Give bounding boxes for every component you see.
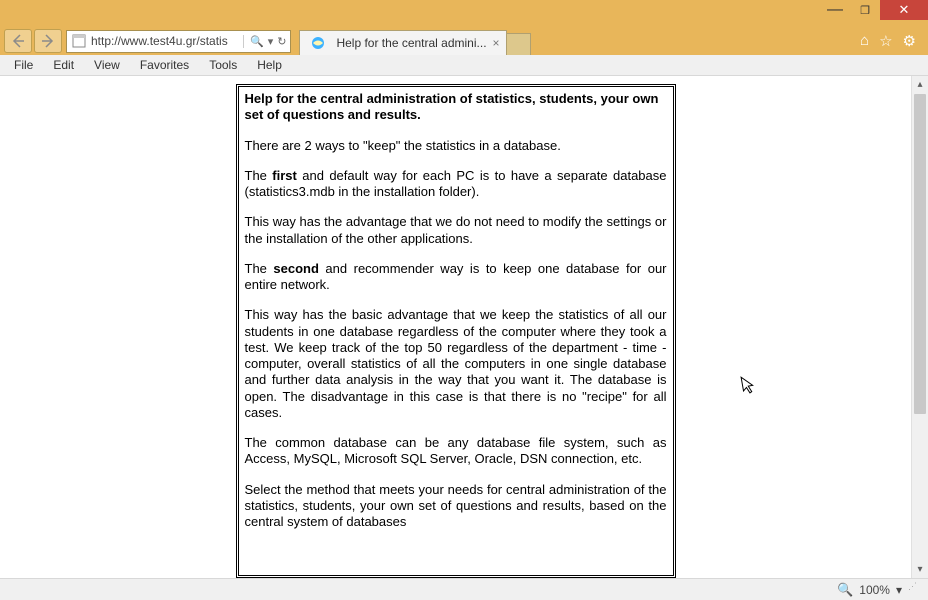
window-titlebar: — ❐ ✕ bbox=[0, 0, 928, 27]
window-minimize-button[interactable]: — bbox=[820, 0, 850, 20]
url-input[interactable] bbox=[91, 34, 239, 48]
help-article: Help for the central administration of s… bbox=[236, 84, 676, 578]
browser-toolbar: 🔍 ▾ ↻ Help for the central admini... × ⌂… bbox=[0, 27, 928, 55]
paragraph: The second and recommender way is to kee… bbox=[245, 261, 667, 294]
content-viewport: Help for the central administration of s… bbox=[0, 76, 928, 578]
menu-edit[interactable]: Edit bbox=[43, 56, 84, 74]
paragraph: Select the method that meets your needs … bbox=[245, 482, 667, 531]
paragraph: The common database can be any database … bbox=[245, 435, 667, 468]
toolbar-right-icons: ⌂ ☆ ⚙ bbox=[860, 32, 924, 50]
tab-active[interactable]: Help for the central admini... × bbox=[299, 30, 506, 55]
tab-title: Help for the central admini... bbox=[336, 36, 486, 50]
home-icon[interactable]: ⌂ bbox=[860, 32, 869, 50]
page-icon bbox=[70, 32, 88, 50]
paragraph: There are 2 ways to "keep" the statistic… bbox=[245, 138, 667, 154]
vertical-scrollbar[interactable]: ▴ ▾ bbox=[911, 76, 928, 578]
article-heading: Help for the central administration of s… bbox=[245, 91, 667, 124]
zoom-icon[interactable]: 🔍 bbox=[837, 582, 853, 598]
ie-icon bbox=[309, 34, 327, 52]
window-maximize-button[interactable]: ❐ bbox=[850, 0, 880, 20]
scroll-thumb[interactable] bbox=[914, 94, 926, 414]
favorites-icon[interactable]: ☆ bbox=[879, 32, 892, 50]
paragraph: The first and default way for each PC is… bbox=[245, 168, 667, 201]
zoom-dropdown-icon[interactable]: ▾ bbox=[896, 583, 902, 597]
arrow-left-icon bbox=[10, 33, 26, 49]
resize-grip[interactable]: ⋰ bbox=[908, 584, 920, 596]
url-controls: 🔍 ▾ ↻ bbox=[239, 35, 290, 48]
forward-button[interactable] bbox=[34, 29, 62, 53]
url-dropdown-icon[interactable]: ▾ bbox=[268, 35, 274, 48]
menu-help[interactable]: Help bbox=[247, 56, 292, 74]
scroll-down-icon[interactable]: ▾ bbox=[912, 561, 928, 578]
menu-tools[interactable]: Tools bbox=[199, 56, 247, 74]
tab-strip: Help for the central admini... × bbox=[299, 28, 530, 55]
search-icon[interactable]: 🔍 bbox=[243, 35, 264, 48]
scroll-up-icon[interactable]: ▴ bbox=[912, 76, 928, 93]
menu-file[interactable]: File bbox=[4, 56, 43, 74]
refresh-icon[interactable]: ↻ bbox=[277, 35, 286, 48]
content-area: Help for the central administration of s… bbox=[0, 76, 911, 578]
paragraph: This way has the basic advantage that we… bbox=[245, 307, 667, 421]
tab-close-button[interactable]: × bbox=[493, 36, 500, 50]
window-close-button[interactable]: ✕ bbox=[880, 0, 928, 20]
zoom-level: 100% bbox=[859, 583, 890, 597]
menu-favorites[interactable]: Favorites bbox=[130, 56, 199, 74]
settings-icon[interactable]: ⚙ bbox=[903, 32, 916, 50]
menu-view[interactable]: View bbox=[84, 56, 130, 74]
menu-bar: File Edit View Favorites Tools Help bbox=[0, 55, 928, 76]
status-bar: 🔍 100% ▾ ⋰ bbox=[0, 578, 928, 600]
address-bar[interactable]: 🔍 ▾ ↻ bbox=[66, 30, 291, 53]
back-button[interactable] bbox=[4, 29, 32, 53]
arrow-right-icon bbox=[40, 33, 56, 49]
paragraph: This way has the advantage that we do no… bbox=[245, 214, 667, 247]
new-tab-button[interactable] bbox=[507, 33, 531, 55]
